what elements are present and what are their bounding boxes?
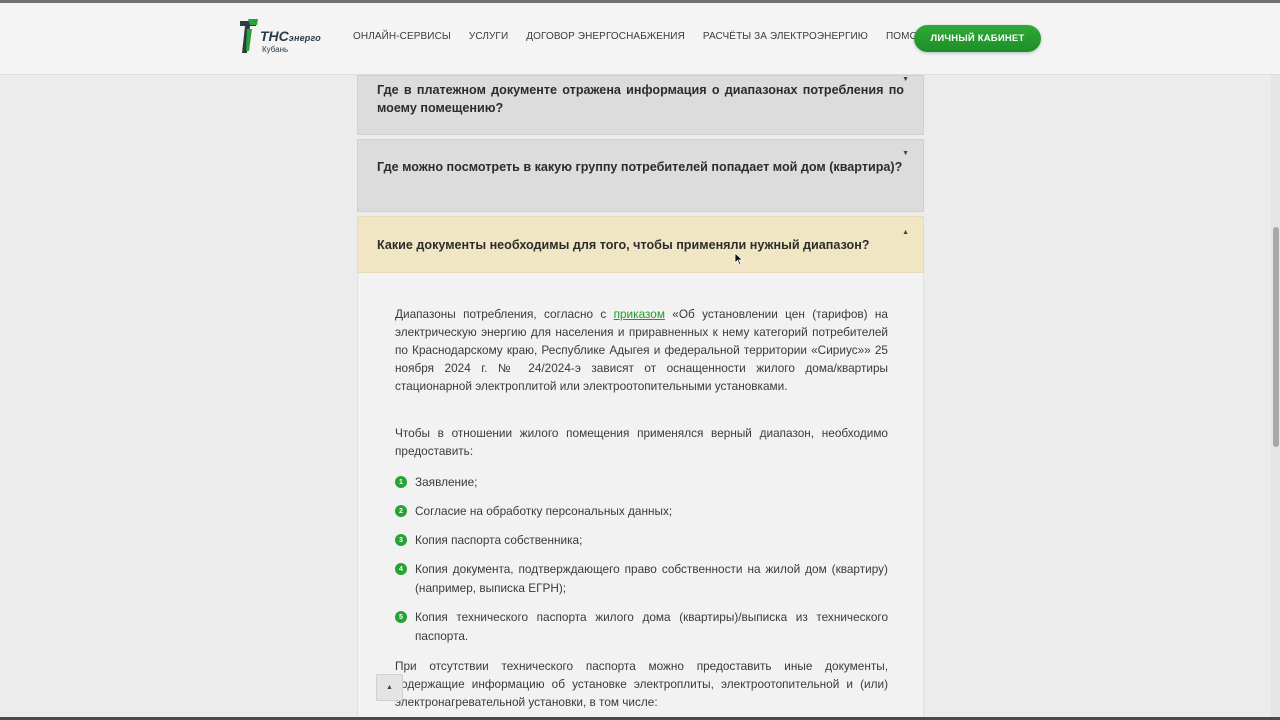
list-item: 3 Копия паспорта собственника; [395, 531, 888, 550]
nav-services[interactable]: УСЛУГИ [460, 31, 517, 42]
caret-down-icon: ▼ [902, 150, 909, 157]
faq-question: Какие документы необходимы для того, что… [377, 238, 870, 252]
main-nav: ОНЛАЙН-СЕРВИСЫ УСЛУГИ ДОГОВОР ЭНЕРГОСНАБ… [344, 31, 943, 42]
logo-text: ТНСэнерго [260, 28, 321, 44]
nav-online-services[interactable]: ОНЛАЙН-СЕРВИСЫ [344, 31, 460, 42]
logo-mark-icon [240, 19, 258, 53]
number-badge: 2 [395, 505, 407, 517]
number-badge: 4 [395, 563, 407, 575]
answer-paragraph-3: При отсутствии технического паспорта мож… [395, 659, 888, 709]
scrollbar-thumb[interactable] [1273, 227, 1279, 447]
page-scrollbar[interactable] [1271, 75, 1280, 720]
list-item: 4 Копия документа, подтверждающего право… [395, 560, 888, 598]
nav-supply-contract[interactable]: ДОГОВОР ЭНЕРГОСНАБЖЕНИЯ [517, 31, 694, 42]
mouse-cursor-icon [734, 252, 744, 266]
faq-item-required-documents[interactable]: ▲ Какие документы необходимы для того, ч… [357, 216, 924, 273]
arrow-up-icon: ▲ [386, 684, 393, 691]
faq-answer: Диапазоны потребления, согласно с приказ… [357, 273, 924, 720]
number-badge: 1 [395, 476, 407, 488]
number-badge: 3 [395, 534, 407, 546]
nav-payments[interactable]: РАСЧЁТЫ ЗА ЭЛЕКТРОЭНЕРГИЮ [694, 31, 877, 42]
site-logo[interactable]: ТНСэнерго Кубань [238, 17, 338, 59]
faq-question: Где в платежном документе отражена инфор… [377, 83, 904, 115]
number-badge: 5 [395, 611, 407, 623]
personal-account-button[interactable]: ЛИЧНЫЙ КАБИНЕТ [914, 25, 1041, 52]
caret-up-icon: ▲ [902, 229, 909, 236]
scroll-to-top-button[interactable]: ▲ [376, 674, 403, 701]
answer-paragraph-1: Диапазоны потребления, согласно с приказ… [395, 307, 888, 393]
order-link[interactable]: приказом [614, 307, 665, 321]
site-header: ТНСэнерго Кубань ОНЛАЙН-СЕРВИСЫ УСЛУГИ Д… [0, 3, 1280, 75]
list-item: 2 Согласие на обработку персональных дан… [395, 502, 888, 521]
list-item: 1 Заявление; [395, 473, 888, 492]
faq-question: Где можно посмотреть в какую группу потр… [377, 160, 903, 174]
logo-region: Кубань [262, 45, 289, 54]
list-item: 5 Копия технического паспорта жилого дом… [395, 608, 888, 646]
answer-paragraph-2: Чтобы в отношении жилого помещения приме… [395, 426, 888, 458]
faq-item-consumer-group[interactable]: ▼ Где можно посмотреть в какую группу по… [357, 139, 924, 212]
faq-item-payment-document[interactable]: ▼ Где в платежном документе отражена инф… [357, 75, 924, 135]
